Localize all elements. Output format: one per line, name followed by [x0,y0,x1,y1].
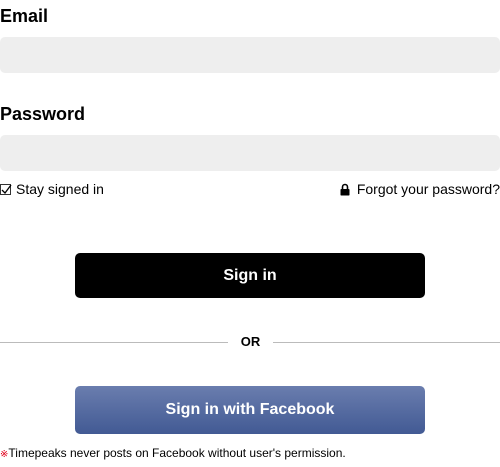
divider-line-right [273,342,500,343]
or-divider-label: OR [240,334,261,349]
sign-in-button[interactable]: Sign in [75,253,425,298]
forgot-password-link[interactable]: Forgot your password? [340,180,500,198]
lock-icon [340,183,350,196]
stay-signed-in-label: Stay signed in [16,181,104,197]
password-input[interactable] [0,135,500,171]
stay-signed-in-option[interactable]: Stay signed in [0,180,104,198]
divider-line-left [0,342,228,343]
facebook-permission-notice: ※Timepeaks never posts on Facebook witho… [0,446,346,462]
stay-signed-in-checkbox[interactable] [0,183,12,195]
password-label: Password [0,104,86,124]
email-input[interactable] [0,37,500,73]
check-icon [1,184,12,194]
facebook-sign-in-button[interactable]: Sign in with Facebook [75,386,425,434]
forgot-password-label: Forgot your password? [356,181,500,197]
notice-text: Timepeaks never posts on Facebook withou… [8,446,346,460]
email-label: Email [0,6,49,26]
